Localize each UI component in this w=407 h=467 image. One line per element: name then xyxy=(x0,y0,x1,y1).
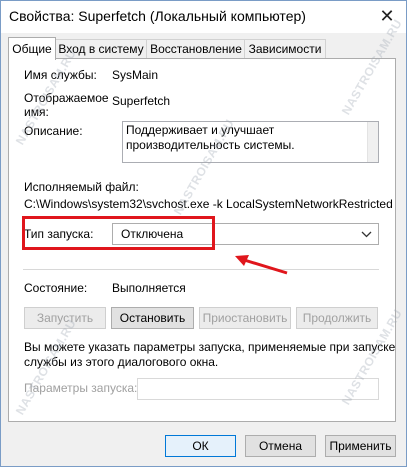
tab-recovery-label: Восстановление xyxy=(150,42,242,56)
apply-button-label: Применить xyxy=(329,439,392,453)
separator xyxy=(23,269,379,270)
general-tab-panel: Имя службы: SysMain Отображаемое имя: Su… xyxy=(8,58,396,422)
pause-button-label: Приостановить xyxy=(202,311,288,325)
cancel-button-label: Отмена xyxy=(258,439,303,453)
window-title: Свойства: Superfetch (Локальный компьюте… xyxy=(9,8,306,24)
description-box[interactable]: Поддерживает и улучшает производительнос… xyxy=(122,121,379,163)
display-name-value: Superfetch xyxy=(112,94,171,108)
tab-dependencies[interactable]: Зависимости xyxy=(244,39,326,58)
stop-button[interactable]: Остановить xyxy=(111,307,194,329)
resume-button[interactable]: Продолжить xyxy=(296,307,378,329)
service-name-value: SysMain xyxy=(112,68,159,82)
cancel-button[interactable]: Отмена xyxy=(245,435,316,457)
resume-button-label: Продолжить xyxy=(302,311,372,325)
tab-general-label: Общие xyxy=(12,42,52,56)
status-label: Состояние: xyxy=(24,281,88,295)
tab-dependencies-label: Зависимости xyxy=(248,42,322,56)
highlight-box xyxy=(22,216,215,250)
executable-path: C:\Windows\system32\svchost.exe -k Local… xyxy=(24,197,393,211)
red-arrow-icon xyxy=(235,255,288,275)
apply-button[interactable]: Применить xyxy=(325,435,396,457)
description-scrollbar[interactable] xyxy=(367,122,378,162)
ok-button-label: ОК xyxy=(192,439,209,453)
stop-button-label: Остановить xyxy=(119,311,186,325)
title-bar: Свойства: Superfetch (Локальный компьюте… xyxy=(1,1,406,33)
pause-button[interactable]: Приостановить xyxy=(199,307,291,329)
status-value: Выполняется xyxy=(112,281,186,295)
hint-text-line1: Вы можете указать параметры запуска, при… xyxy=(24,340,396,354)
tab-general[interactable]: Общие xyxy=(8,37,56,60)
executable-label: Исполняемый файл: xyxy=(24,180,139,194)
tab-recovery[interactable]: Восстановление xyxy=(146,39,246,58)
ok-button[interactable]: ОК xyxy=(165,435,236,457)
chevron-down-icon xyxy=(361,226,372,245)
